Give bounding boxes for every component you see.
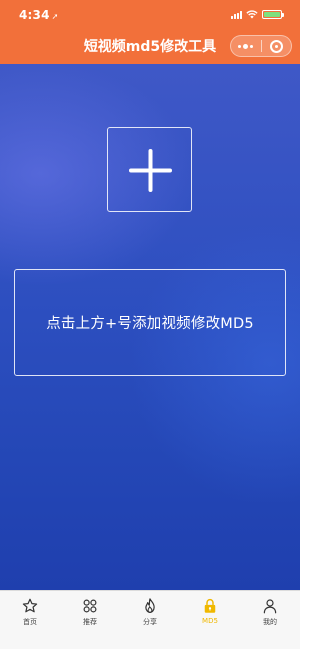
lock-icon bbox=[204, 598, 216, 613]
status-time: 4:34 ➚ bbox=[19, 8, 59, 22]
tab-home[interactable]: 首页 bbox=[0, 591, 60, 649]
tab-mine-label: 我的 bbox=[263, 618, 277, 626]
tab-home-label: 首页 bbox=[23, 618, 37, 626]
signal-icon bbox=[231, 10, 242, 19]
main-content: 点击上方+号添加视频修改MD5 bbox=[0, 64, 300, 590]
tab-recommend-label: 推荐 bbox=[83, 618, 97, 626]
header-bar: 4:34 ➚ 短视频md5修改工具 bbox=[0, 0, 300, 64]
more-dots-icon[interactable] bbox=[231, 36, 261, 56]
tab-mine[interactable]: 我的 bbox=[240, 591, 300, 649]
star-icon bbox=[22, 598, 38, 613]
hint-text: 点击上方+号添加视频修改MD5 bbox=[46, 316, 254, 332]
user-icon bbox=[263, 599, 277, 614]
mini-program-capsule bbox=[230, 35, 292, 57]
plus-icon bbox=[129, 149, 172, 192]
battery-icon bbox=[262, 10, 284, 19]
status-time-text: 4:34 bbox=[19, 8, 50, 22]
tab-md5-label: MD5 bbox=[202, 617, 218, 625]
status-icons bbox=[231, 10, 284, 19]
wifi-icon bbox=[246, 10, 258, 19]
tab-share[interactable]: 分享 bbox=[120, 591, 180, 649]
location-arrow-icon: ➚ bbox=[51, 12, 59, 21]
target-close-icon[interactable] bbox=[261, 36, 291, 56]
grid-icon bbox=[83, 599, 97, 613]
status-bar: 4:34 ➚ bbox=[0, 0, 300, 22]
hint-panel: 点击上方+号添加视频修改MD5 bbox=[14, 269, 286, 376]
add-video-button[interactable] bbox=[107, 127, 192, 212]
tab-recommend[interactable]: 推荐 bbox=[60, 591, 120, 649]
tab-share-label: 分享 bbox=[143, 618, 157, 626]
tab-bar: 首页 推荐 分享 MD5 我的 bbox=[0, 590, 300, 649]
tab-md5[interactable]: MD5 bbox=[180, 591, 240, 649]
battery-charging-icon bbox=[264, 12, 280, 17]
flame-icon bbox=[145, 598, 155, 613]
